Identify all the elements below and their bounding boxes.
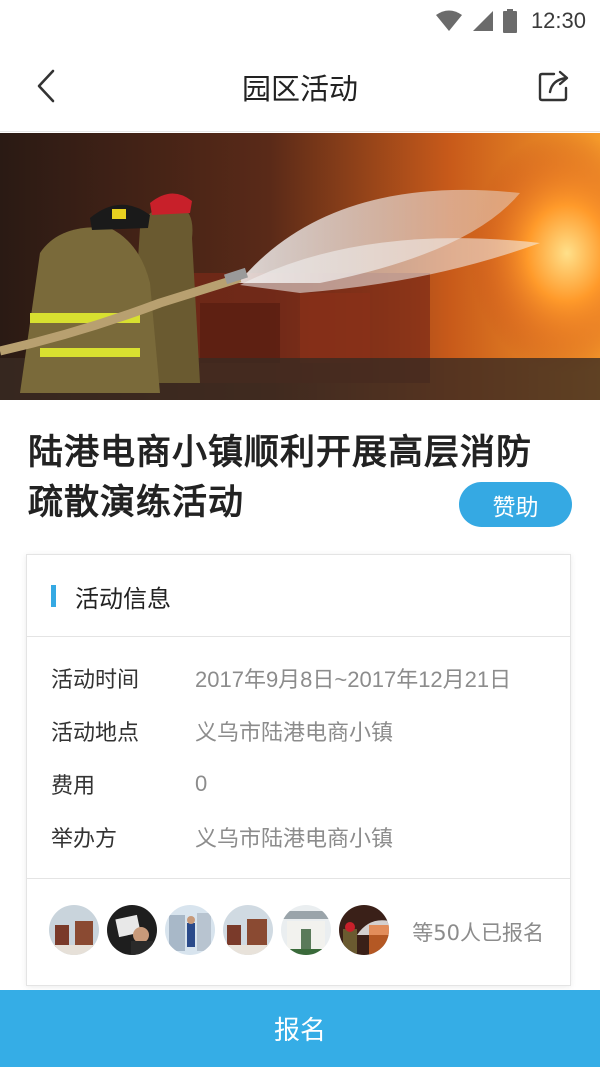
battery-icon bbox=[502, 9, 517, 33]
nav-bar: 园区活动 bbox=[0, 42, 600, 132]
status-icons: 12:30 bbox=[435, 6, 586, 36]
info-value: 2017年9月8日~2017年12月21日 bbox=[195, 667, 512, 692]
info-row-organizer: 举办方 义乌市陆港电商小镇 bbox=[51, 817, 561, 857]
section-title: 活动信息 bbox=[75, 585, 171, 613]
info-label: 费用 bbox=[51, 774, 96, 799]
activity-info-card: 活动信息 活动时间 2017年9月8日~2017年12月21日 活动地点 义乌市… bbox=[26, 554, 571, 986]
avatar[interactable] bbox=[165, 905, 215, 955]
wifi-icon bbox=[435, 10, 462, 31]
register-button[interactable]: 报名 bbox=[0, 990, 600, 1067]
info-value: 0 bbox=[195, 771, 208, 796]
card-divider bbox=[27, 878, 570, 879]
share-button[interactable] bbox=[534, 66, 574, 106]
status-bar: 12:30 bbox=[0, 0, 600, 42]
participant-avatars[interactable] bbox=[49, 905, 389, 957]
cellular-signal-icon bbox=[472, 11, 493, 31]
info-value: 义乌市陆港电商小镇 bbox=[195, 826, 394, 851]
status-time: 12:30 bbox=[530, 8, 586, 33]
share-icon bbox=[538, 70, 569, 102]
info-row-location: 活动地点 义乌市陆港电商小镇 bbox=[51, 711, 561, 751]
section-accent-bar bbox=[51, 585, 56, 607]
info-label: 举办方 bbox=[51, 827, 118, 852]
sponsor-button[interactable]: 赞助 bbox=[459, 482, 572, 527]
avatar[interactable] bbox=[339, 905, 389, 955]
info-row-time: 活动时间 2017年9月8日~2017年12月21日 bbox=[51, 658, 561, 698]
signup-count: 等50人已报名 bbox=[412, 921, 544, 945]
avatar[interactable] bbox=[107, 905, 157, 955]
info-row-fee: 费用 0 bbox=[51, 764, 561, 804]
info-label: 活动时间 bbox=[51, 668, 140, 693]
info-label: 活动地点 bbox=[51, 721, 140, 746]
firefighters-illustration bbox=[0, 133, 600, 400]
avatar[interactable] bbox=[281, 905, 331, 955]
info-value: 义乌市陆港电商小镇 bbox=[195, 720, 394, 745]
card-header: 活动信息 bbox=[27, 555, 570, 637]
hero-image bbox=[0, 133, 600, 400]
avatar[interactable] bbox=[223, 905, 273, 955]
avatar[interactable] bbox=[49, 905, 99, 955]
activity-title-line-1: 陆港电商小镇顺利开展高层消防 bbox=[28, 433, 533, 473]
page-title: 园区活动 bbox=[241, 72, 358, 106]
